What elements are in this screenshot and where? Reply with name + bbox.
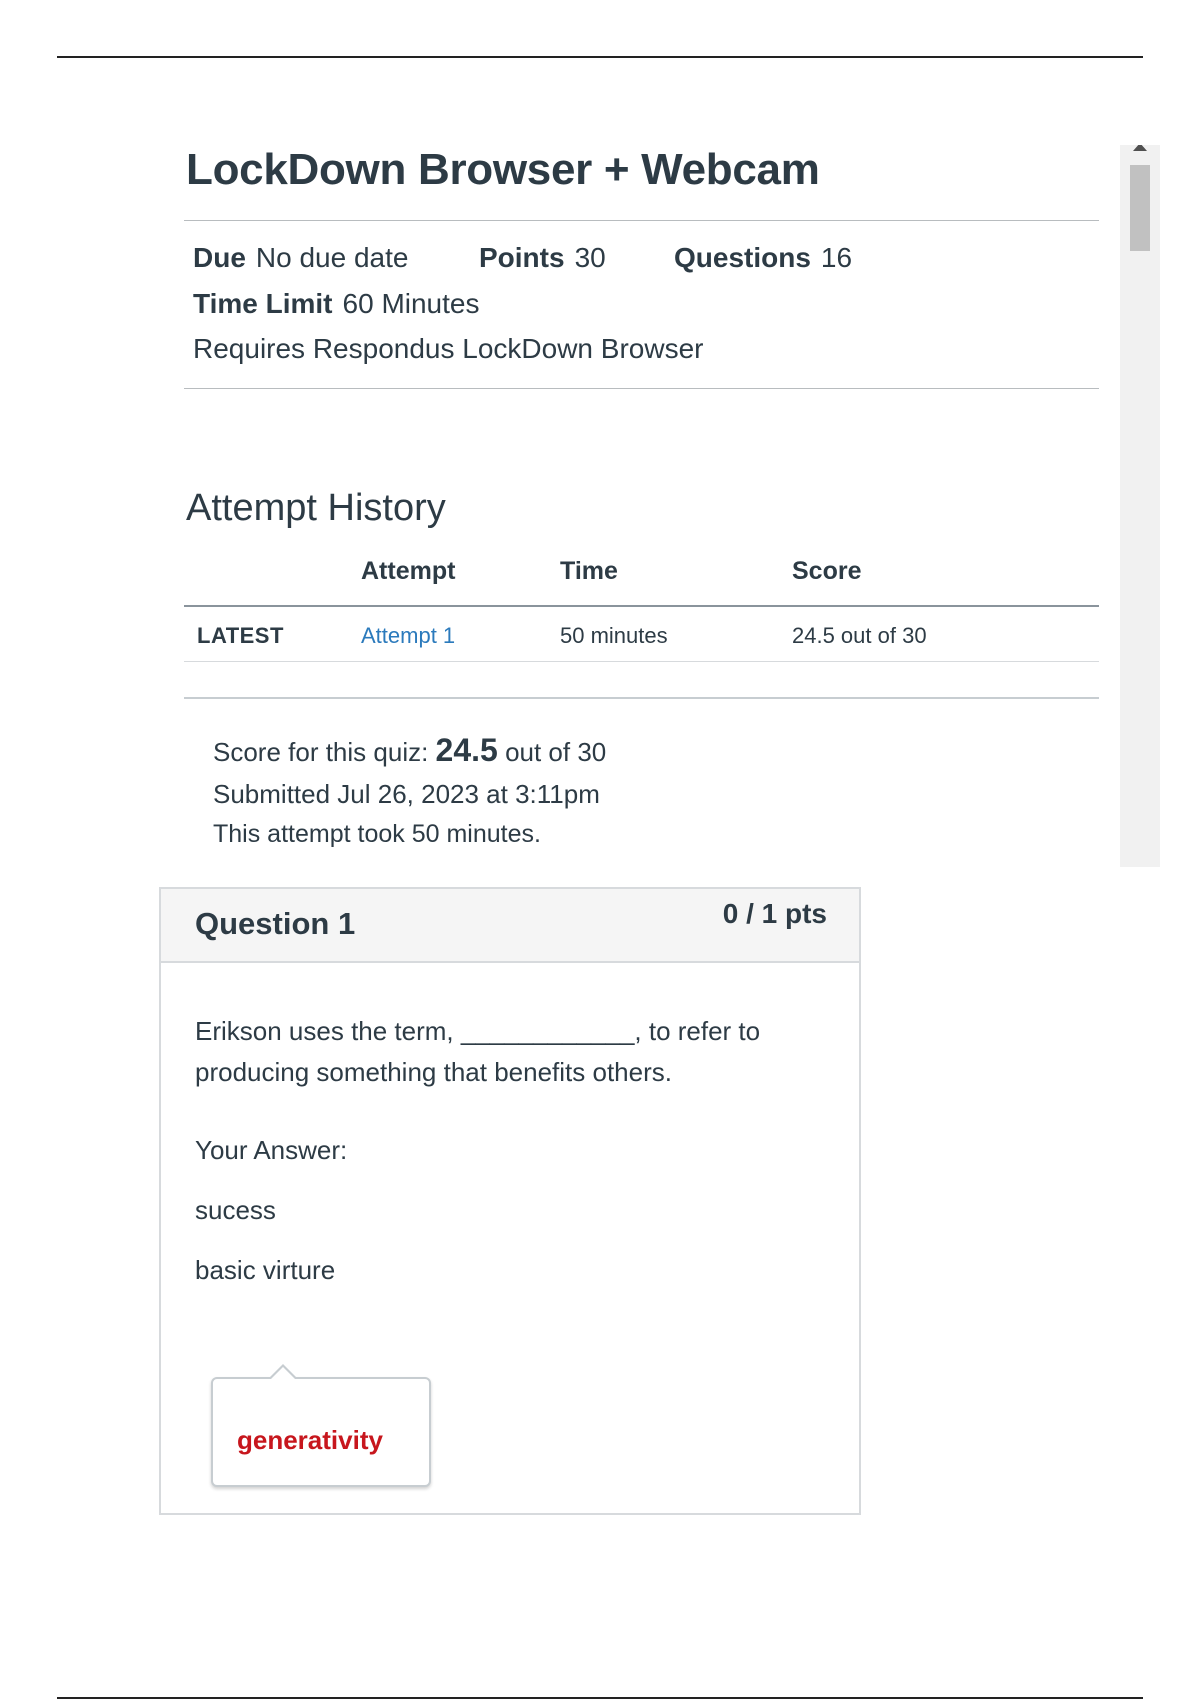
- attempt-score: 24.5 out of 30: [792, 623, 927, 648]
- divider: [184, 388, 1099, 389]
- attempt-history-heading: Attempt History: [186, 487, 446, 529]
- quiz-score-summary: Score for this quiz: 24.5 out of 30: [213, 732, 606, 769]
- time-limit-label: Time Limit: [193, 288, 333, 319]
- attempt-duration: This attempt took 50 minutes.: [213, 820, 541, 848]
- correct-answer: generativity: [237, 1425, 383, 1455]
- page-bottom-rule: [57, 1697, 1143, 1699]
- vertical-scrollbar[interactable]: [1120, 145, 1160, 867]
- latest-tag: LATEST: [197, 623, 284, 648]
- submitted-answer: basic virture: [195, 1255, 336, 1285]
- divider: [184, 220, 1099, 221]
- quiz-details-content: LockDown Browser + Webcam Due No due date…: [165, 145, 1100, 867]
- due-label: Due: [193, 242, 246, 273]
- scroll-up-arrow-icon[interactable]: [1133, 145, 1147, 151]
- due-info: Due No due date: [193, 242, 408, 274]
- points-info: Points 30: [479, 242, 606, 274]
- page-top-rule: [57, 56, 1143, 58]
- quiz-title: LockDown Browser + Webcam: [186, 145, 820, 194]
- column-header-score: Score: [792, 557, 862, 585]
- column-header-time: Time: [560, 557, 618, 585]
- scrollbar-thumb[interactable]: [1130, 165, 1150, 251]
- divider: [184, 697, 1099, 699]
- column-header-attempt: Attempt: [361, 557, 456, 585]
- questions-value: 16: [820, 242, 853, 273]
- lockdown-requirement: Requires Respondus LockDown Browser: [193, 333, 704, 364]
- question-points: 0 / 1 pts: [722, 898, 827, 929]
- time-limit-value: 60 Minutes: [342, 288, 480, 319]
- due-value: No due date: [255, 242, 409, 273]
- submitted-answer: sucess: [195, 1195, 276, 1225]
- question-header: Question 1 0 / 1 pts: [161, 889, 859, 963]
- score-prefix: Score for this quiz:: [213, 737, 429, 767]
- score-suffix: out of 30: [505, 737, 607, 767]
- attempt-1-link[interactable]: Attempt 1: [361, 623, 455, 649]
- score-value: 24.5: [435, 732, 498, 768]
- questions-label: Questions: [674, 242, 811, 273]
- question-text: Erikson uses the term, ____________, to …: [195, 1016, 761, 1087]
- table-row: LATEST Attempt 1 50 minutes 24.5 out of …: [184, 607, 1099, 662]
- points-label: Points: [479, 242, 565, 273]
- points-value: 30: [574, 242, 606, 273]
- your-answer-label: Your Answer:: [195, 1135, 348, 1165]
- quiz-details-panel: LockDown Browser + Webcam Due No due date…: [165, 145, 1160, 867]
- correct-answer-box: generativity: [211, 1364, 431, 1487]
- submitted-timestamp: Submitted Jul 26, 2023 at 3:11pm: [213, 779, 600, 809]
- question-title: Question 1: [195, 906, 356, 941]
- attempt-time: 50 minutes: [560, 623, 668, 648]
- time-limit-info: Time Limit 60 Minutes: [193, 288, 479, 320]
- callout-pointer-fill: [271, 1367, 295, 1379]
- questions-info: Questions 16: [674, 242, 852, 274]
- question-card: Question 1 0 / 1 pts Erikson uses the te…: [159, 887, 861, 1515]
